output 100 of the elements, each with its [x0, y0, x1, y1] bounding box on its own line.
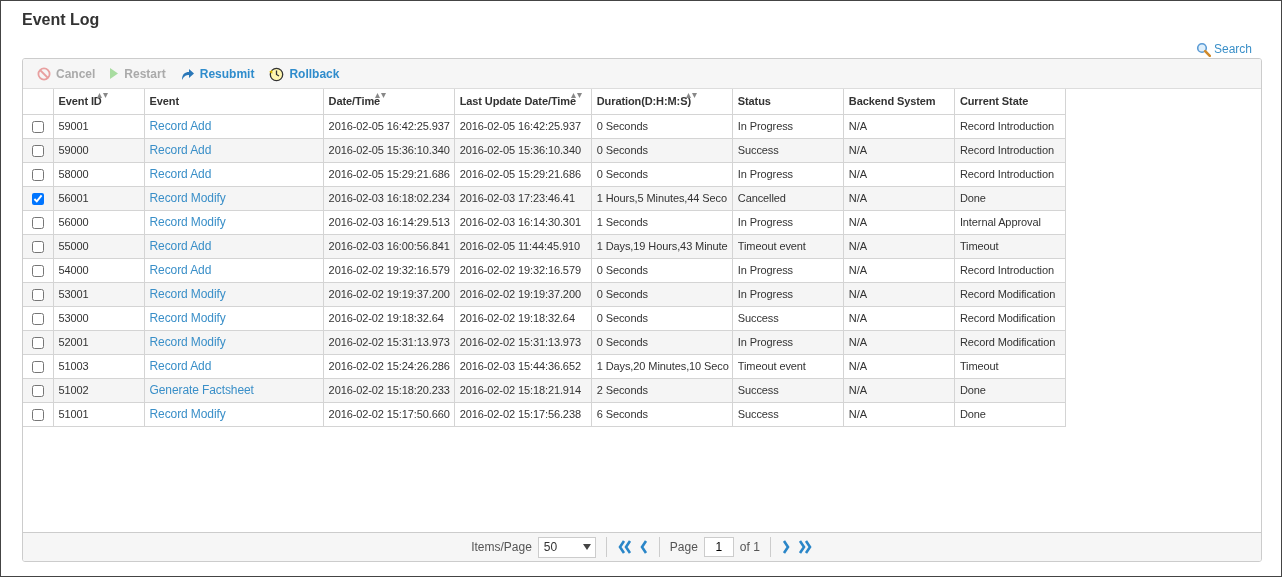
- table-cell: In Progress: [737, 119, 793, 132]
- first-page-button[interactable]: [616, 539, 633, 555]
- table-cell: 51003: [58, 359, 89, 372]
- table-cell: N/A: [848, 167, 867, 180]
- table-cell: 1 Seconds: [596, 215, 648, 228]
- table-cell: 2 Seconds: [596, 383, 648, 396]
- table-cell: 59000: [58, 143, 89, 156]
- table-cell: 51002: [58, 383, 89, 396]
- toolbar-button[interactable]: Resubmit: [179, 64, 255, 83]
- row-checkbox[interactable]: [31, 120, 44, 133]
- table-cell: N/A: [848, 239, 867, 252]
- table-cell: Done: [959, 191, 986, 204]
- table-cell: 2016-02-03 16:14:30.301: [459, 215, 581, 228]
- row-checkbox[interactable]: [31, 384, 44, 397]
- column-header[interactable]: Date/Time: [328, 95, 381, 107]
- sort-icon[interactable]: [96, 92, 108, 98]
- table-cell: Internal Approval: [959, 215, 1041, 228]
- table-cell: 2016-02-05 15:36:10.340: [328, 143, 450, 156]
- table-cell: N/A: [848, 311, 867, 324]
- sort-icon[interactable]: [375, 92, 387, 98]
- table-cell: 6 Seconds: [596, 407, 648, 420]
- table-cell: 56001: [58, 191, 89, 204]
- table-cell: Record Modification: [959, 311, 1056, 324]
- table-cell: 2016-02-02 15:18:20.233: [328, 383, 450, 396]
- table-cell: 2016-02-03 16:18:02.234: [328, 191, 450, 204]
- table-cell: 0 Seconds: [596, 143, 648, 156]
- table-cell: N/A: [848, 287, 867, 300]
- table-cell: 2016-02-02 19:18:32.64: [459, 311, 575, 324]
- row-checkbox[interactable]: [31, 264, 44, 277]
- table-cell: 2016-02-02 15:31:13.973: [328, 335, 450, 348]
- table-cell: 0 Seconds: [596, 311, 648, 324]
- table-cell: 2016-02-03 15:44:36.652: [459, 359, 581, 372]
- table-cell: 2016-02-05 15:29:21.686: [459, 167, 581, 180]
- sort-icon[interactable]: [685, 92, 697, 98]
- table-cell: 0 Seconds: [596, 167, 648, 180]
- table-cell: N/A: [848, 359, 867, 372]
- table-cell: 53001: [58, 287, 89, 300]
- table-cell: 2016-02-02 15:17:50.660: [328, 407, 450, 420]
- table-cell: 2016-02-03 16:14:29.513: [328, 215, 450, 228]
- play-icon: [109, 67, 120, 80]
- table-cell: Success: [737, 383, 779, 396]
- row-checkbox[interactable]: [31, 168, 44, 181]
- table-cell: N/A: [848, 335, 867, 348]
- table-cell: Record Introduction: [959, 263, 1054, 276]
- table-cell: 2016-02-02 15:17:56.238: [459, 407, 581, 420]
- table-cell: 0 Seconds: [596, 335, 648, 348]
- row-checkbox[interactable]: [31, 360, 44, 373]
- table-cell: 58000: [58, 167, 89, 180]
- page-title: Event Log: [22, 10, 101, 30]
- page-field[interactable]: 1: [703, 537, 734, 557]
- table-cell: 0 Seconds: [596, 263, 648, 276]
- table-cell: 52001: [58, 335, 89, 348]
- table-cell: Done: [959, 383, 986, 396]
- table-cell: 2016-02-02 19:19:37.200: [328, 287, 450, 300]
- page-label: Page: [669, 539, 698, 556]
- column-header[interactable]: Status: [737, 95, 771, 107]
- row-checkbox[interactable]: [31, 216, 44, 229]
- table-cell: 2016-02-02 19:32:16.579: [328, 263, 450, 276]
- row-checkbox[interactable]: [31, 336, 44, 349]
- row-checkbox[interactable]: [31, 312, 44, 325]
- table-cell: Success: [737, 407, 779, 420]
- previous-page-button[interactable]: [638, 539, 649, 555]
- table-cell: 2016-02-05 15:36:10.340: [459, 143, 581, 156]
- table-cell: 1 Days,20 Minutes,10 Seco: [596, 359, 729, 372]
- row-checkbox[interactable]: [31, 192, 44, 205]
- items-per-page-select[interactable]: 50: [537, 536, 596, 558]
- clock-icon: [268, 65, 285, 82]
- table-cell: Timeout: [959, 359, 999, 372]
- table-cell: N/A: [848, 215, 867, 228]
- table-cell: N/A: [848, 191, 867, 204]
- items-per-page-label: Items/Page: [471, 539, 532, 556]
- row-checkbox[interactable]: [31, 288, 44, 301]
- table-cell: 2016-02-02 15:18:21.914: [459, 383, 581, 396]
- row-checkbox[interactable]: [31, 240, 44, 253]
- row-checkbox[interactable]: [31, 408, 44, 421]
- table-cell: 1 Days,19 Hours,43 Minute: [596, 239, 728, 252]
- table-cell: 2016-02-02 15:31:13.973: [459, 335, 581, 348]
- table-cell: 2016-02-05 16:42:25.937: [328, 119, 450, 132]
- column-header[interactable]: Event: [149, 95, 179, 107]
- toolbar-button[interactable]: Rollback: [268, 64, 340, 83]
- last-page-button[interactable]: [796, 539, 813, 555]
- table-cell: 0 Seconds: [596, 119, 648, 132]
- table-cell: Timeout: [959, 239, 999, 252]
- table-cell: 2016-02-02 19:18:32.64: [328, 311, 444, 324]
- sort-icon[interactable]: [570, 92, 582, 98]
- table-cell: 51001: [58, 407, 89, 420]
- table-cell: 2016-02-03 16:00:56.841: [328, 239, 450, 252]
- table-cell: 2016-02-02 19:19:37.200: [459, 287, 581, 300]
- table-cell: Done: [959, 407, 986, 420]
- table-cell: Record Modification: [959, 335, 1056, 348]
- table-cell: 2016-02-02 19:32:16.579: [459, 263, 581, 276]
- table-cell: Success: [737, 143, 779, 156]
- table-cell: N/A: [848, 119, 867, 132]
- search-link[interactable]: Search: [1195, 40, 1252, 58]
- search-icon: [1195, 41, 1211, 57]
- row-checkbox[interactable]: [31, 144, 44, 157]
- table-cell: In Progress: [737, 215, 793, 228]
- table-cell: Record Introduction: [959, 119, 1054, 132]
- next-page-button[interactable]: [780, 539, 791, 555]
- caret-icon: [582, 544, 591, 550]
